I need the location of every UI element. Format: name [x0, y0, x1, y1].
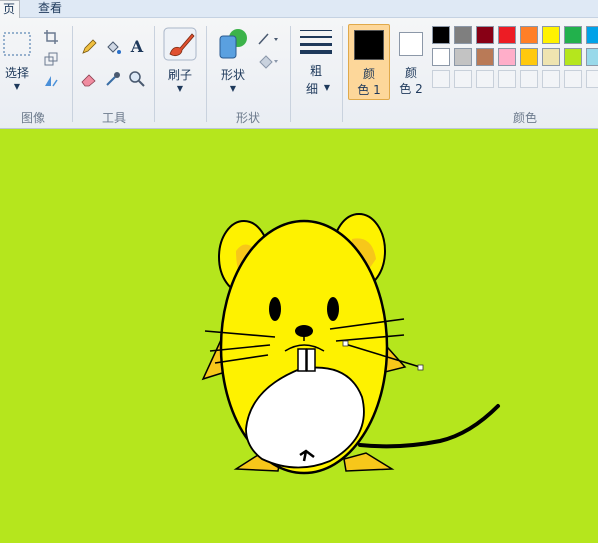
color2-button[interactable]: 颜 色 2 — [394, 24, 428, 100]
group-label-image: 图像 — [20, 111, 45, 125]
group-label-shapes: 形状 — [235, 111, 260, 125]
ribbon-tabbar: 页 查看 — [0, 0, 598, 18]
shapes-label: 形状 — [220, 68, 245, 82]
palette-swatch[interactable] — [476, 48, 494, 66]
separator — [342, 26, 343, 122]
select-label: 选择 — [4, 66, 29, 80]
color1-label-line1: 颜 — [362, 67, 375, 81]
eraser-icon[interactable] — [80, 70, 98, 88]
palette-swatch[interactable] — [498, 48, 516, 66]
brush-label: 刷子 — [167, 68, 192, 82]
color2-label-line1: 颜 — [404, 66, 417, 80]
palette-swatch[interactable] — [498, 26, 516, 44]
color1-label-line2: 色 1 — [357, 83, 381, 97]
palette-swatch-empty[interactable] — [520, 70, 538, 88]
select-button[interactable]: 选择 ▼ — [2, 30, 32, 98]
palette-swatch-empty[interactable] — [498, 70, 516, 88]
palette-swatch[interactable] — [586, 48, 598, 66]
separator — [72, 26, 73, 122]
separator — [154, 26, 155, 122]
group-label-colors: 颜色 — [512, 111, 537, 125]
palette-swatch[interactable] — [476, 26, 494, 44]
palette-swatch[interactable] — [564, 48, 582, 66]
brush-button[interactable]: 刷子 ▼ — [162, 26, 198, 106]
color2-label-line2: 色 2 — [399, 82, 423, 96]
color-picker-icon[interactable] — [104, 70, 122, 88]
color-palette — [432, 26, 598, 92]
chevron-down-icon: ▼ — [176, 84, 184, 93]
palette-swatch[interactable] — [542, 26, 560, 44]
drawing-canvas[interactable] — [0, 129, 598, 543]
size-icon — [300, 30, 332, 54]
tab-view[interactable]: 查看 — [30, 0, 70, 17]
palette-swatch[interactable] — [520, 26, 538, 44]
hamster-drawing — [201, 213, 500, 475]
group-label-tools: 工具 — [101, 111, 126, 125]
outline-icon[interactable] — [256, 30, 282, 48]
pencil-icon[interactable] — [80, 38, 98, 56]
palette-swatch[interactable] — [454, 26, 472, 44]
size-label-line1: 粗 — [309, 64, 322, 78]
rotate-icon[interactable] — [42, 72, 60, 90]
brush-icon — [163, 27, 197, 61]
palette-swatch[interactable] — [542, 48, 560, 66]
tab-home[interactable]: 页 — [0, 0, 20, 18]
palette-swatch-empty[interactable] — [476, 70, 494, 88]
palette-swatch-empty[interactable] — [586, 70, 598, 88]
chevron-down-icon: ▼ — [229, 84, 237, 93]
palette-swatch-empty[interactable] — [564, 70, 582, 88]
palette-swatch-empty[interactable] — [432, 70, 450, 88]
palette-swatch[interactable] — [432, 26, 450, 44]
fill-shape-icon[interactable] — [256, 52, 282, 70]
separator — [290, 26, 291, 122]
palette-swatch-empty[interactable] — [542, 70, 560, 88]
color1-button[interactable]: 颜 色 1 — [348, 24, 390, 100]
palette-swatch[interactable] — [454, 48, 472, 66]
resize-icon[interactable] — [42, 50, 60, 68]
color1-swatch — [354, 30, 384, 60]
palette-swatch[interactable] — [520, 48, 538, 66]
select-rect-icon — [3, 32, 31, 56]
shapes-button[interactable]: 形状 ▼ — [214, 26, 252, 106]
text-icon[interactable]: A — [128, 37, 146, 56]
magnifier-icon[interactable] — [128, 70, 146, 88]
chevron-down-icon: ▼ — [323, 83, 331, 92]
separator — [206, 26, 207, 122]
palette-swatch[interactable] — [586, 26, 598, 44]
color2-swatch — [399, 32, 423, 56]
ribbon: 选择 ▼ 图像 A 工具 刷子 ▼ 形状 ▼ 形状 粗 细 ▼ 颜 色 1 颜 … — [0, 18, 598, 129]
size-button[interactable]: 粗 细 ▼ — [298, 26, 334, 106]
palette-swatch[interactable] — [432, 48, 450, 66]
chevron-down-icon: ▼ — [13, 82, 21, 91]
shapes-icon — [219, 29, 247, 59]
fill-icon[interactable] — [104, 38, 122, 56]
crop-icon[interactable] — [42, 28, 60, 46]
palette-swatch[interactable] — [564, 26, 582, 44]
palette-swatch-empty[interactable] — [454, 70, 472, 88]
